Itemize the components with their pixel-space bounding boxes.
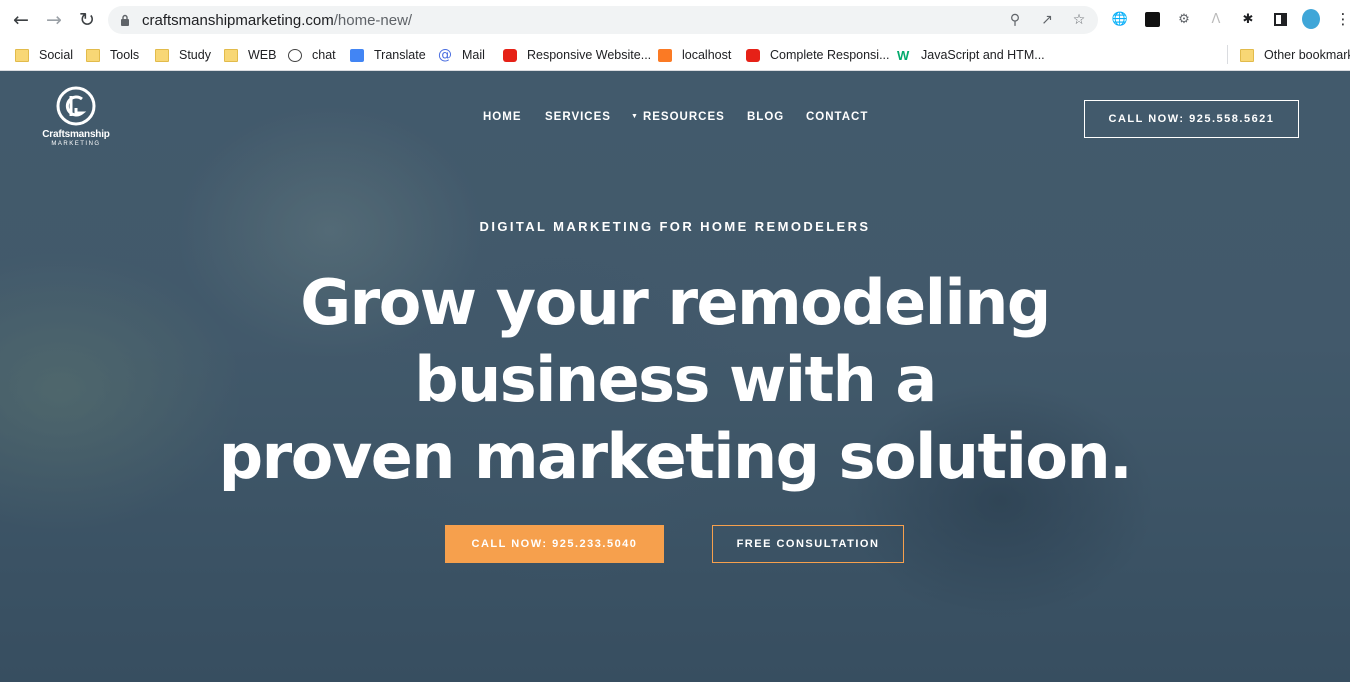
- profile-avatar[interactable]: [1302, 9, 1320, 29]
- folder-icon: [86, 48, 100, 62]
- nav-resources[interactable]: ▼ RESOURCES: [631, 111, 725, 123]
- bookmark-web[interactable]: WEB: [224, 45, 276, 65]
- lock-icon: [121, 14, 129, 26]
- hero-headline: Grow your remodeling business with a pro…: [150, 264, 1200, 495]
- logo-sub-text: MARKETING: [51, 141, 101, 147]
- free-consultation-button[interactable]: FREE CONSULTATION: [712, 525, 904, 563]
- side-panel-icon[interactable]: [1271, 10, 1289, 28]
- hero-section: Craftsmanship MARKETING HOME SERVICES ▼ R…: [0, 71, 1350, 682]
- logo-brand-text: Craftsmanship: [42, 129, 110, 140]
- headline-line: business with a: [414, 343, 937, 416]
- caret-down-icon: ▼: [631, 113, 639, 120]
- share-icon[interactable]: ↗: [1038, 11, 1056, 29]
- extension-a-icon[interactable]: Λ: [1207, 10, 1225, 28]
- bookmark-responsive-website[interactable]: Responsive Website...: [503, 45, 651, 65]
- bookmark-study[interactable]: Study: [155, 45, 211, 65]
- call-now-header-button[interactable]: CALL NOW: 925.558.5621: [1084, 100, 1299, 138]
- bookmark-other[interactable]: Other bookmarks: [1240, 45, 1350, 65]
- bookmarks-divider: [1227, 45, 1228, 64]
- address-bar[interactable]: craftsmanshipmarketing.com/home-new/ ⚲ ↗…: [108, 6, 1098, 34]
- bookmark-social[interactable]: Social: [15, 45, 73, 65]
- xampp-icon: [658, 48, 672, 62]
- nav-contact[interactable]: CONTACT: [806, 111, 868, 123]
- nav-blog[interactable]: BLOG: [747, 111, 784, 123]
- bookmark-javascript-html[interactable]: W JavaScript and HTM...: [897, 45, 1045, 65]
- translate-icon: [350, 48, 364, 62]
- puzzle-extensions-icon[interactable]: ✱: [1239, 10, 1257, 28]
- folder-icon: [155, 48, 169, 62]
- folder-icon: [1240, 48, 1254, 62]
- nav-home[interactable]: HOME: [483, 111, 522, 123]
- bookmark-star-icon[interactable]: ☆: [1070, 11, 1088, 29]
- menu-kebab-icon[interactable]: ⋮: [1334, 10, 1350, 28]
- url-text: craftsmanshipmarketing.com/home-new/: [142, 12, 413, 29]
- forward-arrow-icon[interactable]: →: [43, 9, 65, 31]
- bookmark-localhost[interactable]: localhost: [658, 45, 731, 65]
- bookmark-translate[interactable]: Translate: [350, 45, 426, 65]
- globe-extension-icon[interactable]: 🌐: [1111, 10, 1129, 28]
- chatgpt-icon: [288, 48, 302, 62]
- extension-dark-icon[interactable]: [1143, 10, 1161, 28]
- headline-line: proven marketing solution.: [218, 420, 1133, 493]
- bookmark-tools[interactable]: Tools: [86, 45, 139, 65]
- mail-icon: @: [438, 46, 452, 63]
- folder-icon: [15, 48, 29, 62]
- folder-icon: [224, 48, 238, 62]
- w3schools-icon: W: [897, 47, 910, 63]
- zoom-icon[interactable]: ⚲: [1006, 11, 1024, 29]
- nav-services[interactable]: SERVICES: [545, 111, 611, 123]
- call-now-button[interactable]: CALL NOW: 925.233.5040: [445, 525, 664, 563]
- youtube-icon: [503, 48, 517, 62]
- hero-eyebrow: DIGITAL MARKETING FOR HOME REMODELERS: [479, 219, 871, 234]
- headline-line: Grow your remodeling: [300, 266, 1051, 339]
- bookmarks-bar: Social Tools Study WEB chat Translate @ M…: [0, 40, 1350, 71]
- settings-extension-icon[interactable]: ⚙: [1175, 10, 1193, 28]
- bookmark-complete-responsive[interactable]: Complete Responsi...: [746, 45, 890, 65]
- back-arrow-icon[interactable]: ←: [10, 9, 32, 31]
- reload-icon[interactable]: ↻: [76, 9, 98, 31]
- browser-toolbar: ← → ↻ craftsmanshipmarketing.com/home-ne…: [0, 0, 1350, 40]
- bookmark-chat[interactable]: chat: [288, 45, 336, 65]
- bookmark-mail[interactable]: @ Mail: [438, 45, 485, 65]
- youtube-icon: [746, 48, 760, 62]
